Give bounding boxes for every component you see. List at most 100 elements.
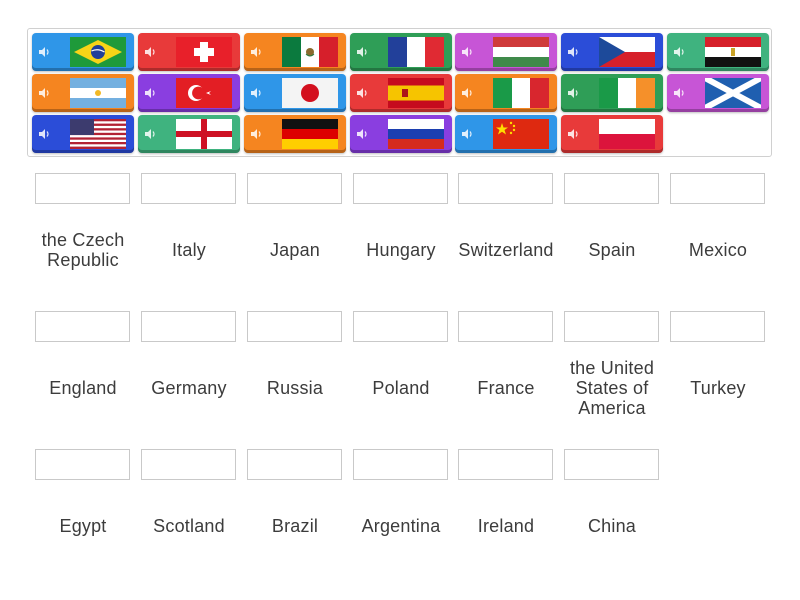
drop-slot[interactable] <box>564 173 659 204</box>
drop-slot[interactable] <box>247 311 342 342</box>
speaker-icon[interactable] <box>461 46 473 58</box>
tile-turkey[interactable] <box>138 74 240 112</box>
tile-spain[interactable] <box>350 74 452 112</box>
drop-slot[interactable] <box>458 173 553 204</box>
speaker-icon[interactable] <box>356 46 368 58</box>
tile-russia[interactable] <box>350 115 452 153</box>
tile-hungary[interactable] <box>455 33 557 71</box>
country-label: Poland <box>372 378 430 398</box>
drop-slot[interactable] <box>35 311 130 342</box>
tile-france[interactable] <box>350 33 452 71</box>
drop-slot[interactable] <box>141 173 236 204</box>
speaker-icon[interactable] <box>461 87 473 99</box>
country-label: Japan <box>269 240 321 260</box>
tile-italy[interactable] <box>455 74 557 112</box>
country-label: Brazil <box>271 516 319 536</box>
drop-slot[interactable] <box>353 173 448 204</box>
speaker-icon[interactable] <box>250 87 262 99</box>
speaker-icon[interactable] <box>356 128 368 140</box>
tile-egypt[interactable] <box>667 33 769 71</box>
italy-flag-icon <box>493 78 549 108</box>
country-label: Italy <box>171 240 206 260</box>
japan-flag-icon <box>282 78 338 108</box>
country-label: England <box>49 378 117 398</box>
speaker-icon[interactable] <box>461 128 473 140</box>
drop-slot[interactable] <box>141 311 236 342</box>
egypt-flag-icon <box>705 37 761 67</box>
tile-usa[interactable] <box>32 115 134 153</box>
spain-flag-icon <box>388 78 444 108</box>
drop-slot[interactable] <box>670 311 765 342</box>
country-label: Mexico <box>688 240 748 260</box>
tile-scotland[interactable] <box>667 74 769 112</box>
country-label: Switzerland <box>458 240 554 260</box>
china-flag-icon <box>493 119 549 149</box>
speaker-icon[interactable] <box>356 87 368 99</box>
drop-slot[interactable] <box>458 311 553 342</box>
argentina-flag-icon <box>70 78 126 108</box>
tile-brazil[interactable] <box>32 33 134 71</box>
drop-slot[interactable] <box>353 311 448 342</box>
turkey-flag-icon <box>176 78 232 108</box>
speaker-icon[interactable] <box>673 46 685 58</box>
country-label: Russia <box>266 378 324 398</box>
drop-slot[interactable] <box>564 311 659 342</box>
brazil-flag-icon <box>70 37 126 67</box>
tile-czech[interactable] <box>561 33 663 71</box>
germany-flag-icon <box>282 119 338 149</box>
ireland-flag-icon <box>599 78 655 108</box>
drop-slot[interactable] <box>458 449 553 480</box>
speaker-icon[interactable] <box>567 87 579 99</box>
country-label: Ireland <box>477 516 535 536</box>
tile-china[interactable] <box>455 115 557 153</box>
tile-ireland[interactable] <box>561 74 663 112</box>
country-label: the United States of America <box>569 358 655 418</box>
country-label: China <box>587 516 637 536</box>
country-label: Hungary <box>366 240 436 260</box>
speaker-icon[interactable] <box>567 46 579 58</box>
drop-slot[interactable] <box>564 449 659 480</box>
country-label: Germany <box>151 378 227 398</box>
hungary-flag-icon <box>493 37 549 67</box>
country-label: Scotland <box>153 516 225 536</box>
speaker-icon[interactable] <box>38 128 50 140</box>
speaker-icon[interactable] <box>567 128 579 140</box>
speaker-icon[interactable] <box>144 87 156 99</box>
speaker-icon[interactable] <box>38 46 50 58</box>
france-flag-icon <box>388 37 444 67</box>
usa-flag-icon <box>70 119 126 149</box>
russia-flag-icon <box>388 119 444 149</box>
drop-slot[interactable] <box>247 173 342 204</box>
tile-argentina[interactable] <box>32 74 134 112</box>
drop-slot[interactable] <box>141 449 236 480</box>
tile-germany[interactable] <box>244 115 346 153</box>
england-flag-icon <box>176 119 232 149</box>
scotland-flag-icon <box>705 78 761 108</box>
drop-slot[interactable] <box>247 449 342 480</box>
czech-flag-icon <box>599 37 655 67</box>
tile-mexico[interactable] <box>244 33 346 71</box>
speaker-icon[interactable] <box>144 128 156 140</box>
speaker-icon[interactable] <box>250 128 262 140</box>
drop-slot[interactable] <box>35 449 130 480</box>
drop-slot[interactable] <box>353 449 448 480</box>
country-label: Turkey <box>690 378 746 398</box>
tile-poland[interactable] <box>561 115 663 153</box>
country-label: the Czech Republic <box>41 230 125 270</box>
mexico-flag-icon <box>282 37 338 67</box>
switzerland-flag-icon <box>176 37 232 67</box>
tile-japan[interactable] <box>244 74 346 112</box>
country-label: Argentina <box>361 516 441 536</box>
country-label: Spain <box>588 240 636 260</box>
speaker-icon[interactable] <box>144 46 156 58</box>
speaker-icon[interactable] <box>250 46 262 58</box>
drop-slot[interactable] <box>35 173 130 204</box>
tile-switzerland[interactable] <box>138 33 240 71</box>
country-label: France <box>477 378 535 398</box>
country-label: Egypt <box>59 516 107 536</box>
drop-slot[interactable] <box>670 173 765 204</box>
speaker-icon[interactable] <box>673 87 685 99</box>
speaker-icon[interactable] <box>38 87 50 99</box>
poland-flag-icon <box>599 119 655 149</box>
tile-england[interactable] <box>138 115 240 153</box>
